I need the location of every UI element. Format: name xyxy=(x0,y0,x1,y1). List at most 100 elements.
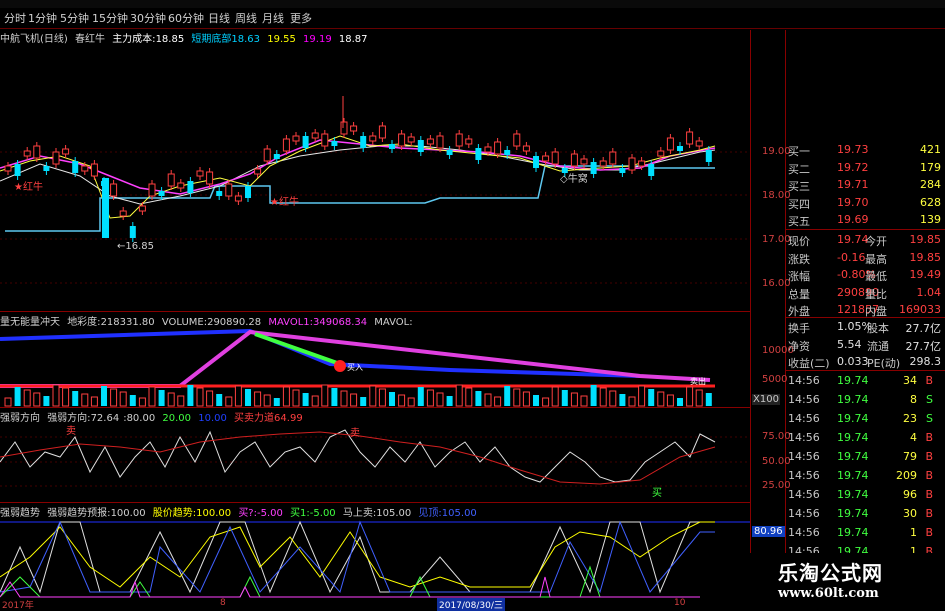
volume-bars xyxy=(4,384,712,407)
stat2-label: 收益(二) xyxy=(788,357,830,370)
bid-label: 买二 xyxy=(788,162,810,176)
candle xyxy=(695,140,703,147)
volume-bar xyxy=(648,389,655,406)
volume-bar xyxy=(90,396,98,407)
stat2-label: 净资 xyxy=(788,339,810,353)
candle xyxy=(426,138,434,145)
value-v4: 18.87 xyxy=(338,34,368,45)
candle xyxy=(254,168,262,175)
volume-bar xyxy=(619,394,626,406)
tab-month[interactable]: 月线 xyxy=(262,10,284,26)
tick-volume: 23 xyxy=(903,412,917,425)
bid-label: 买三 xyxy=(788,180,810,193)
candle xyxy=(225,183,233,197)
candle xyxy=(360,136,367,148)
volume-bar xyxy=(110,388,118,407)
volume-bar xyxy=(484,393,492,407)
stat2-label-2: 股本 xyxy=(867,322,889,335)
volume-bar xyxy=(119,391,127,407)
volume-bar xyxy=(389,392,395,406)
volume-bar xyxy=(561,390,568,406)
tick-side: B xyxy=(925,450,933,463)
candle xyxy=(638,160,646,167)
tick-side: B xyxy=(925,526,933,539)
bid-price: 19.71 xyxy=(837,178,869,191)
tick-time: 14:56 xyxy=(788,412,820,425)
tab-1min[interactable]: 1分钟 xyxy=(28,10,57,26)
candle xyxy=(609,151,617,165)
volume-bar xyxy=(657,391,665,407)
candle xyxy=(494,141,502,155)
tab-30min[interactable]: 30分钟 xyxy=(130,10,166,26)
bid-row: 买二 19.72 179 xyxy=(785,160,945,177)
tick-side: B xyxy=(925,488,933,501)
volume-bar xyxy=(167,392,175,407)
volume-bar xyxy=(378,388,386,407)
separator-strength-trend xyxy=(0,502,750,503)
volume-bar xyxy=(666,394,674,407)
tab-15min[interactable]: 15分钟 xyxy=(92,10,128,26)
date-year: 2017年 xyxy=(2,601,34,611)
main-candle-chart[interactable]: ←16.85 ★红牛 ★红牛 ◇牛窝 xyxy=(0,46,750,311)
strength-chart[interactable]: 卖 卖 买 xyxy=(0,422,750,502)
volume-bar xyxy=(187,385,194,406)
bid-price: 19.73 xyxy=(837,143,869,156)
date-month-10: 10 xyxy=(674,598,686,608)
volume-bar xyxy=(417,387,424,406)
sell-mark: 卖出 xyxy=(690,376,706,386)
volume-bar xyxy=(292,389,300,407)
stat-row: 涨幅 -0.80% 最低 19.49 xyxy=(785,267,945,284)
bid-volume: 179 xyxy=(920,160,941,174)
bid-price: 19.72 xyxy=(837,160,869,174)
tick-volume: 4 xyxy=(910,431,917,444)
volume-bar xyxy=(360,397,367,406)
tab-day[interactable]: 日线 xyxy=(208,10,230,26)
buy-signal-dot xyxy=(334,360,346,372)
volume-bar xyxy=(504,386,511,406)
volume-bar xyxy=(570,392,578,407)
volume-bar xyxy=(522,391,530,407)
candle xyxy=(599,160,607,167)
stat-value-2: 169033 xyxy=(899,303,941,316)
top-menu-strip xyxy=(0,0,945,8)
candle xyxy=(62,148,70,155)
candle xyxy=(72,161,79,173)
cost-label: 主力成本: xyxy=(112,34,156,45)
strength-sell-mark-2: 卖 xyxy=(350,427,360,439)
volume-bar xyxy=(705,393,712,406)
candle xyxy=(138,205,146,212)
candle xyxy=(302,136,309,148)
tick-row: 14:56 19.74 4 B xyxy=(785,430,945,447)
trend-chart[interactable] xyxy=(0,517,750,598)
tab-week[interactable]: 周线 xyxy=(235,10,257,26)
tab-5min[interactable]: 5分钟 xyxy=(60,10,89,26)
tick-row: 14:56 19.74 30 B xyxy=(785,506,945,523)
tab-more[interactable]: 更多 xyxy=(290,10,312,26)
candle xyxy=(196,170,204,177)
candle xyxy=(504,150,511,155)
volume-bar xyxy=(446,396,453,406)
bid-volume: 139 xyxy=(920,213,941,226)
volume-bar xyxy=(282,386,290,407)
stat-label-2: 最高 xyxy=(865,252,887,266)
volume-bar xyxy=(465,387,473,407)
volume-bar xyxy=(196,387,204,407)
volume-bar xyxy=(533,395,539,406)
candle xyxy=(23,150,31,157)
stat2-value: 5.54 xyxy=(837,337,862,351)
candle xyxy=(81,165,89,172)
watermark-title: 乐淘公式网 xyxy=(778,561,883,585)
tick-time: 14:56 xyxy=(788,450,820,463)
tab-fenshi[interactable]: 分时 xyxy=(4,10,26,26)
volume-chart[interactable]: 买入 卖出 xyxy=(0,326,750,407)
candle xyxy=(542,155,550,162)
tab-60min[interactable]: 60分钟 xyxy=(168,10,204,26)
candle xyxy=(331,141,338,146)
candle xyxy=(234,195,242,202)
candle xyxy=(33,145,41,159)
stat-label-2: 今开 xyxy=(865,235,887,248)
volume-bar xyxy=(138,397,146,407)
bid-row: 买五 19.69 139 xyxy=(785,212,945,229)
candle xyxy=(110,183,118,197)
volume-bar xyxy=(234,385,242,407)
